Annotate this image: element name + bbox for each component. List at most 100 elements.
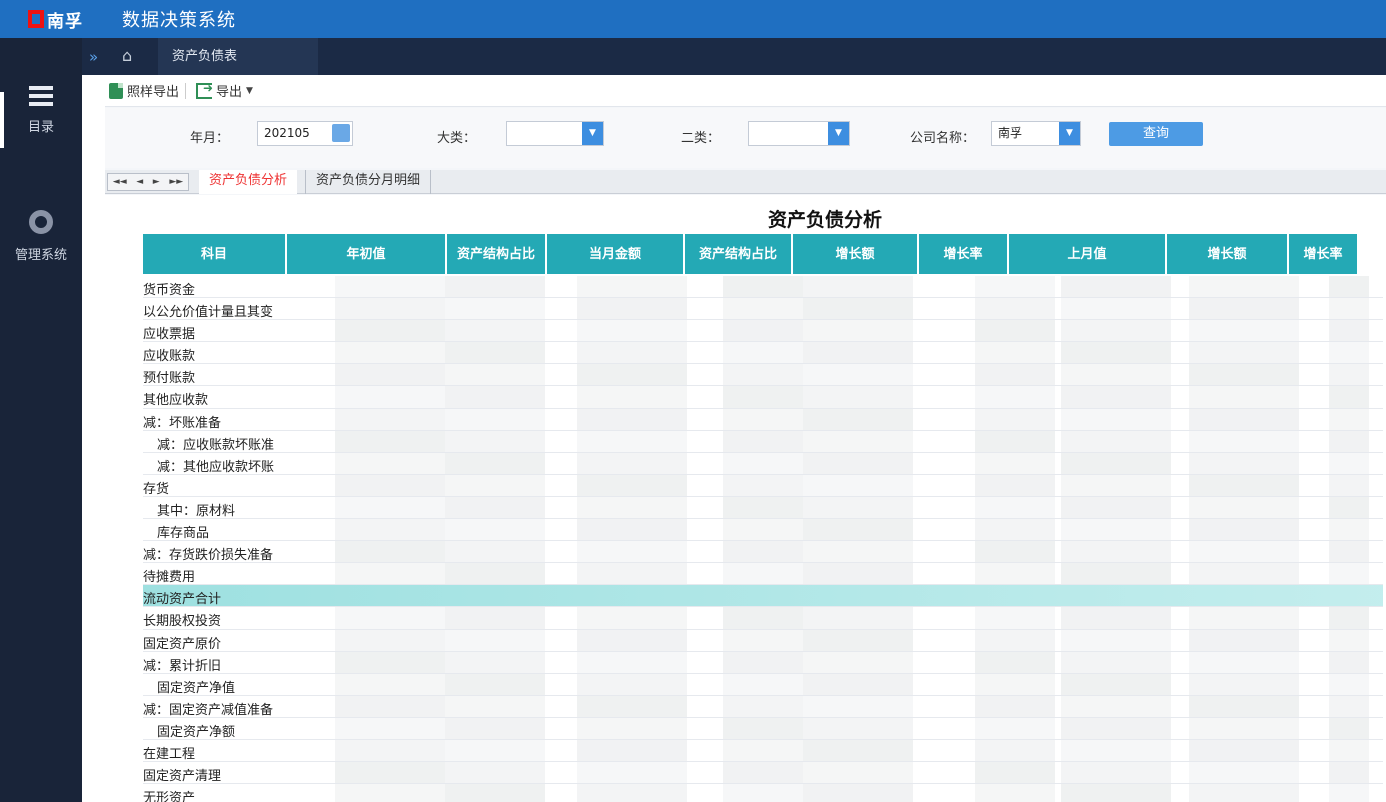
table-row[interactable]: 在建工程	[143, 739, 1383, 763]
obscured-value-cell	[975, 541, 1055, 563]
table-row[interactable]: 无形资产	[143, 784, 1383, 802]
obscured-value-cell	[723, 739, 803, 762]
obscured-value-cell	[723, 717, 803, 739]
table-row[interactable]: 减：累计折旧	[143, 651, 1383, 674]
obscured-value-cell	[1189, 541, 1299, 563]
table-row[interactable]: 减：坏账准备	[143, 408, 1383, 431]
table-row[interactable]: 固定资产清理	[143, 762, 1383, 785]
obscured-value-cell	[723, 784, 803, 802]
table-row[interactable]: 预付账款	[143, 364, 1383, 387]
obscured-value-cell	[803, 342, 913, 364]
obscured-value-cell	[445, 673, 545, 695]
table-row[interactable]: 减：存货跌价损失准备	[143, 541, 1383, 564]
sidebar-item-management[interactable]: 管理系统	[0, 210, 82, 263]
column-header: 当月金额	[547, 234, 685, 274]
obscured-value-cell	[1189, 298, 1299, 320]
first-sheet-button[interactable]: ◄◄	[113, 177, 127, 187]
excel-export-button[interactable]: 照样导出	[105, 81, 179, 100]
table-row[interactable]: 其中：原材料	[143, 496, 1383, 520]
obscured-value-cell	[1189, 386, 1299, 408]
obscured-value-cell	[975, 784, 1055, 802]
obscured-value-cell	[723, 386, 803, 408]
tab-balance-sheet[interactable]: 资产负债表	[158, 38, 318, 75]
obscured-value-cell	[577, 452, 687, 474]
obscured-value-cell	[1329, 430, 1369, 452]
row-label: 待摊费用	[143, 570, 196, 586]
table-header: 科目 年初值 资产结构占比 当月金额 资产结构占比 增长额 增长率 上月值 增长额 增长率	[143, 234, 1359, 274]
home-icon[interactable]: ⌂	[122, 46, 132, 65]
report-title: 资产负债分析	[767, 209, 882, 231]
obscured-value-cell	[577, 474, 687, 496]
obscured-value-cell	[1189, 320, 1299, 342]
table-row[interactable]: 固定资产净值	[143, 673, 1383, 696]
tab-asset-liability-analysis[interactable]: 资产负债分析	[199, 170, 298, 194]
caret-down-icon: ▼	[246, 85, 253, 96]
next-sheet-button[interactable]: ►	[153, 177, 160, 187]
company-select[interactable]: 南孚 ▼	[991, 121, 1081, 146]
chevron-down-icon[interactable]: ▼	[828, 122, 849, 145]
table-row[interactable]: 减：其他应收款坏账	[143, 452, 1383, 475]
table-row[interactable]: 待摊费用	[143, 563, 1383, 586]
table-row[interactable]: 固定资产净额	[143, 717, 1383, 740]
obscured-value-cell	[1189, 342, 1299, 364]
obscured-value-cell	[723, 695, 803, 717]
table-row[interactable]: 应收票据	[143, 320, 1383, 343]
year-month-input[interactable]: 202105	[257, 121, 353, 146]
obscured-value-cell	[335, 320, 445, 342]
obscured-value-cell	[577, 408, 687, 430]
table-row[interactable]: 应收账款	[143, 342, 1383, 365]
obscured-value-cell	[803, 563, 913, 585]
obscured-value-cell	[445, 430, 545, 452]
obscured-value-cell	[803, 717, 913, 739]
obscured-value-cell	[445, 607, 545, 629]
obscured-value-cell	[975, 563, 1055, 585]
obscured-value-cell	[335, 496, 445, 519]
row-label: 固定资产清理	[143, 769, 222, 785]
row-label: 固定资产净值	[157, 680, 236, 696]
obscured-value-cell	[723, 452, 803, 474]
obscured-value-cell	[1061, 408, 1171, 430]
sidebar: 目录 管理系统	[0, 38, 82, 802]
obscured-value-cell	[803, 762, 913, 784]
table-row[interactable]: 库存商品	[143, 519, 1383, 542]
query-button[interactable]: 查询	[1109, 122, 1203, 146]
chevron-down-icon[interactable]: ▼	[1059, 122, 1080, 145]
obscured-value-cell	[1061, 695, 1171, 717]
tab-asset-liability-monthly[interactable]: 资产负债分月明细	[305, 170, 432, 194]
table-row[interactable]: 流动资产合计	[143, 585, 1383, 608]
obscured-value-cell	[1061, 474, 1171, 496]
obscured-value-cell	[1329, 474, 1369, 496]
calendar-icon[interactable]	[332, 124, 350, 142]
table-row[interactable]: 以公允价值计量且其变	[143, 298, 1383, 321]
row-label: 预付账款	[143, 371, 196, 387]
obscured-value-cell	[1061, 519, 1171, 541]
last-sheet-button[interactable]: ►►	[169, 177, 183, 187]
obscured-value-cell	[803, 298, 913, 320]
obscured-value-cell	[1329, 717, 1369, 739]
obscured-value-cell	[1329, 695, 1369, 717]
table-row[interactable]: 存货	[143, 474, 1383, 497]
table-row[interactable]: 其他应收款	[143, 386, 1383, 409]
obscured-value-cell	[445, 364, 545, 386]
subcategory-select[interactable]: ▼	[748, 121, 850, 146]
expand-sidebar-icon[interactable]: »	[89, 48, 98, 66]
table-row[interactable]: 长期股权投资	[143, 607, 1383, 630]
obscured-value-cell	[577, 342, 687, 364]
obscured-value-cell	[577, 563, 687, 585]
export-button[interactable]: 导出 ▼	[192, 81, 253, 100]
table-row[interactable]: 减：应收账款坏账准	[143, 430, 1383, 453]
column-header: 资产结构占比	[685, 234, 793, 274]
export-label: 导出	[216, 85, 243, 100]
company-value: 南孚	[998, 126, 1023, 140]
table-row[interactable]: 货币资金	[143, 276, 1383, 299]
toolbar-divider	[185, 82, 187, 99]
prev-sheet-button[interactable]: ◄	[136, 177, 143, 187]
obscured-value-cell	[1189, 739, 1299, 762]
table-row[interactable]: 固定资产原价	[143, 629, 1383, 652]
report-panel: 资产负债分析 科目 年初值 资产结构占比 当月金额 资产结构占比 增长额 增长率 上月值 增长额…	[105, 195, 1386, 802]
category-select[interactable]: ▼	[506, 121, 604, 146]
sidebar-item-catalog[interactable]: 目录	[0, 86, 82, 135]
chevron-down-icon[interactable]: ▼	[582, 122, 603, 145]
table-row[interactable]: 减：固定资产减值准备	[143, 695, 1383, 718]
obscured-value-cell	[577, 651, 687, 673]
